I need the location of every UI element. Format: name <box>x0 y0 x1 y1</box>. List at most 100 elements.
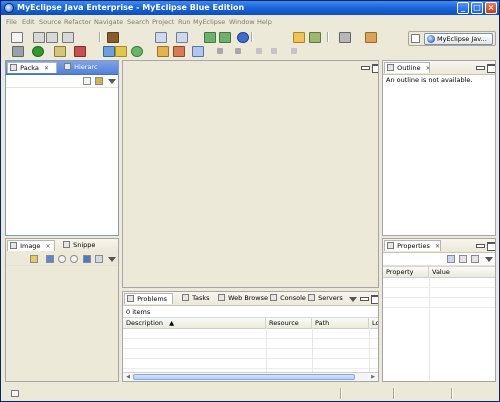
close-button[interactable]: × <box>485 2 497 14</box>
open-perspective-button[interactable] <box>411 34 420 43</box>
maximize-view-icon[interactable] <box>487 64 495 73</box>
column-description[interactable]: Description ▲ <box>123 318 266 328</box>
view-menu-icon[interactable] <box>108 77 116 84</box>
menu-refactor[interactable]: Refactor <box>64 18 91 26</box>
close-icon[interactable]: ✕ <box>435 241 440 251</box>
image-layout-icon[interactable] <box>95 255 103 263</box>
tab-snippets[interactable]: Snippe <box>61 240 113 251</box>
ide-window: MyEclipse Java Enterprise - MyEclipse Bl… <box>0 0 500 402</box>
deploy-icon[interactable] <box>155 32 167 43</box>
globe-icon[interactable] <box>237 32 249 43</box>
tab-image[interactable]: Image ✕ <box>7 240 55 251</box>
menu-search[interactable]: Search <box>127 18 149 26</box>
tab-properties[interactable]: Properties ✕ <box>384 240 441 251</box>
outline-message: An outline is not available. <box>386 76 473 84</box>
view-menu-icon[interactable] <box>349 295 357 302</box>
back-icon[interactable] <box>271 48 277 54</box>
tab-tasks[interactable]: Tasks <box>180 293 216 304</box>
image-fit-icon[interactable] <box>46 255 54 263</box>
scroll-right-icon[interactable]: ▶ <box>369 374 377 380</box>
minimize-button[interactable]: _ <box>457 2 469 14</box>
new-java-project-icon[interactable] <box>103 46 115 57</box>
scroll-thumb[interactable] <box>133 374 355 380</box>
green-run-icon[interactable] <box>219 32 231 43</box>
menu-source[interactable]: Source <box>39 18 61 26</box>
save-all-icon[interactable] <box>46 32 58 43</box>
link-with-editor-icon[interactable] <box>95 77 103 85</box>
last-edit-icon[interactable] <box>256 48 262 54</box>
minimize-view-icon[interactable] <box>360 295 369 301</box>
tab-servers[interactable]: Servers <box>306 293 346 304</box>
scroll-left-icon[interactable]: ◀ <box>124 374 132 380</box>
run-icon[interactable] <box>32 46 44 57</box>
myeclipse-perspective-button[interactable]: MyEclipse Jav... <box>424 33 493 45</box>
maximize-button[interactable]: □ <box>471 2 483 14</box>
menu-project[interactable]: Project <box>152 18 174 26</box>
categories-icon[interactable] <box>447 255 455 263</box>
green-tool-icon[interactable] <box>204 32 216 43</box>
previous-annotation-icon[interactable] <box>235 48 241 54</box>
display-icon[interactable] <box>339 32 351 43</box>
book-icon[interactable] <box>107 32 119 43</box>
menu-window[interactable]: Window <box>229 18 255 26</box>
close-icon[interactable]: ✕ <box>44 63 49 73</box>
tab-package-explorer[interactable]: Packa ✕ <box>7 62 57 73</box>
toggle-mark-icon[interactable] <box>192 46 204 57</box>
maximize-editor-icon[interactable] <box>372 64 378 73</box>
menu-file[interactable]: File <box>6 18 17 26</box>
zoom-out-icon[interactable] <box>58 255 66 263</box>
fast-view-icon[interactable] <box>11 390 19 397</box>
tab-web-browser[interactable]: Web Browser <box>216 293 268 304</box>
save-icon[interactable] <box>33 32 45 43</box>
menu-edit[interactable]: Edit <box>22 18 35 26</box>
print-icon[interactable] <box>62 32 74 43</box>
tab-problems[interactable]: Problems ✕ <box>124 293 173 304</box>
menu-run[interactable]: Run <box>178 18 190 26</box>
class-icon[interactable] <box>309 32 321 43</box>
menu-navigate[interactable]: Navigate <box>94 18 123 26</box>
new-package-icon[interactable] <box>115 46 127 57</box>
minimize-view-icon[interactable] <box>476 64 485 70</box>
sun-icon[interactable] <box>30 255 38 263</box>
column-property[interactable]: Property <box>383 267 429 277</box>
column-location[interactable]: Lo <box>369 318 378 328</box>
minimize-view-icon[interactable] <box>476 242 485 248</box>
tab-console[interactable]: Console <box>268 293 307 304</box>
package-icon[interactable] <box>293 32 305 43</box>
open-type-icon[interactable] <box>157 46 169 57</box>
restore-default-icon[interactable] <box>471 255 479 263</box>
new-class-icon[interactable] <box>131 46 143 57</box>
debug-icon[interactable] <box>54 46 66 57</box>
title-bar[interactable]: MyEclipse Java Enterprise - MyEclipse Bl… <box>1 1 499 15</box>
open-perspective-icon[interactable] <box>365 32 377 43</box>
debug-settings-icon[interactable] <box>12 46 24 57</box>
problems-table: Description ▲ Resource Path Lo <box>123 317 378 373</box>
zoom-in-icon[interactable] <box>70 255 78 263</box>
column-path[interactable]: Path <box>312 318 369 328</box>
close-icon[interactable]: ✕ <box>426 63 429 73</box>
close-icon[interactable]: ✕ <box>172 294 173 304</box>
column-value[interactable]: Value <box>429 267 495 277</box>
menu-help[interactable]: Help <box>257 18 272 26</box>
close-icon[interactable]: ✕ <box>46 241 51 251</box>
minimize-editor-icon[interactable] <box>361 64 370 70</box>
search-tool-icon[interactable] <box>173 46 185 57</box>
new-file-icon[interactable] <box>11 32 23 43</box>
grid-line <box>312 328 313 373</box>
external-tools-icon[interactable] <box>74 46 86 57</box>
server-icon[interactable] <box>176 32 188 43</box>
forward-icon[interactable] <box>291 48 297 54</box>
tab-hierarchy[interactable]: Hierarc <box>62 62 114 73</box>
next-annotation-icon[interactable] <box>217 48 223 54</box>
view-menu-icon[interactable] <box>485 255 493 262</box>
collapse-all-icon[interactable] <box>83 77 91 85</box>
tab-outline[interactable]: Outline ✕ <box>384 62 430 73</box>
maximize-view-icon[interactable] <box>487 242 495 251</box>
horizontal-scrollbar[interactable]: ◀ ▶ <box>123 372 378 381</box>
maximize-view-icon[interactable] <box>371 295 378 304</box>
column-resource[interactable]: Resource <box>266 318 312 328</box>
view-menu-icon[interactable] <box>108 255 116 262</box>
image-view-icon[interactable] <box>83 255 91 263</box>
menu-myeclipse[interactable]: MyEclipse <box>193 18 225 26</box>
advanced-properties-icon[interactable] <box>459 255 467 263</box>
